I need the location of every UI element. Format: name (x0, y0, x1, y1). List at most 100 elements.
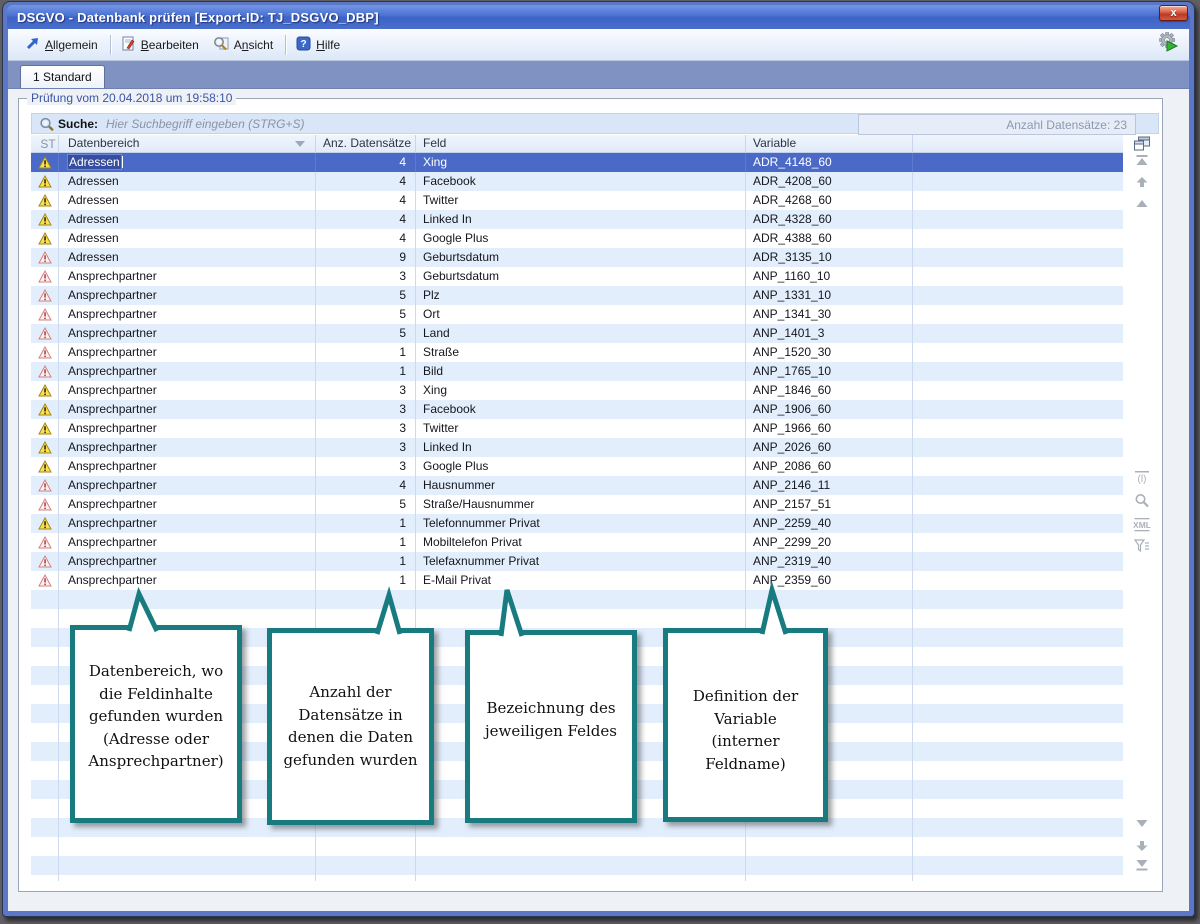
cell-datenbereich: Adressen (59, 248, 316, 267)
scroll-last-icon[interactable] (1136, 860, 1149, 871)
table-row[interactable]: Ansprechpartner3GeburtsdatumANP_1160_10 (31, 267, 1123, 286)
cell-datenbereich: Ansprechpartner (59, 343, 316, 362)
scroll-up-icon[interactable] (1136, 199, 1149, 208)
table-row[interactable]: Ansprechpartner3Linked InANP_2026_60 (31, 438, 1123, 457)
cell-variable: ANP_2086_60 (746, 457, 913, 476)
search-bar: Suche: Anzahl Datensätze: 23 (31, 113, 1159, 134)
gear-run-icon[interactable] (1157, 32, 1179, 57)
window-title: DSGVO - Datenbank prüfen [Export-ID: TJ_… (7, 10, 379, 25)
cell-feld: Geburtsdatum (416, 267, 746, 286)
warning-icon (31, 514, 59, 533)
warning-icon (31, 400, 59, 419)
table-row[interactable]: Adressen4Linked InADR_4328_60 (31, 210, 1123, 229)
table-row[interactable]: Adressen9GeburtsdatumADR_3135_10 (31, 248, 1123, 267)
close-button[interactable]: x (1159, 5, 1188, 21)
menu-item-ansicht[interactable]: Ansicht (207, 33, 281, 57)
title-bar[interactable]: DSGVO - Datenbank prüfen [Export-ID: TJ_… (7, 5, 1190, 29)
cell-variable: ADR_4208_60 (746, 172, 913, 191)
cell-anzahl: 1 (316, 533, 416, 552)
empty-row (31, 875, 1123, 881)
scroll-page-down-icon[interactable] (1136, 841, 1149, 852)
menu-item-hilfe[interactable]: ? Hilfe (290, 33, 348, 57)
table-row[interactable]: Ansprechpartner5Straße/HausnummerANP_215… (31, 495, 1123, 514)
table-row[interactable]: Ansprechpartner1StraßeANP_1520_30 (31, 343, 1123, 362)
menu-label: Bearbeiten (141, 38, 199, 52)
table-row[interactable]: Ansprechpartner4HausnummerANP_2146_11 (31, 476, 1123, 495)
table-row[interactable]: Adressen4TwitterADR_4268_60 (31, 191, 1123, 210)
warning-icon (31, 191, 59, 210)
record-count: Anzahl Datensätze: 23 (858, 114, 1136, 135)
cell-anzahl: 4 (316, 229, 416, 248)
table-row[interactable]: Adressen4Google PlusADR_4388_60 (31, 229, 1123, 248)
table-row[interactable]: Ansprechpartner1E-Mail PrivatANP_2359_60 (31, 571, 1123, 590)
table-row[interactable]: Ansprechpartner1Mobiltelefon PrivatANP_2… (31, 533, 1123, 552)
search-input[interactable] (98, 117, 658, 131)
error-icon (31, 343, 59, 362)
cell-anzahl: 4 (316, 172, 416, 191)
table-row[interactable]: Ansprechpartner1Telefonnummer PrivatANP_… (31, 514, 1123, 533)
empty-row (31, 837, 1123, 856)
header-datenbereich[interactable]: Datenbereich (59, 135, 316, 152)
cell-anzahl: 3 (316, 457, 416, 476)
table-row[interactable]: Ansprechpartner5LandANP_1401_3 (31, 324, 1123, 343)
cell-variable: ADR_4268_60 (746, 191, 913, 210)
menu-item-bearbeiten[interactable]: Bearbeiten (115, 33, 207, 57)
cell-feld: E-Mail Privat (416, 571, 746, 590)
header-variable[interactable]: Variable (746, 135, 913, 152)
table-row[interactable]: Ansprechpartner3TwitterANP_1966_60 (31, 419, 1123, 438)
cell-variable: ANP_1331_10 (746, 286, 913, 305)
table-row[interactable]: Ansprechpartner1Telefaxnummer PrivatANP_… (31, 552, 1123, 571)
menu-separator (110, 35, 111, 55)
cell-anzahl: 5 (316, 305, 416, 324)
cell-feld: Twitter (416, 191, 746, 210)
table-row[interactable]: Ansprechpartner5OrtANP_1341_30 (31, 305, 1123, 324)
header-anzahl[interactable]: Anz. Datensätze (316, 135, 416, 152)
cell-variable: ADR_4328_60 (746, 210, 913, 229)
menu-item-allgemein[interactable]: Allgemein (20, 33, 106, 56)
column-chooser-icon[interactable] (1134, 136, 1151, 151)
table-row[interactable]: Ansprechpartner5PlzANP_1331_10 (31, 286, 1123, 305)
header-st[interactable]: ST (31, 135, 59, 152)
menu-separator (285, 35, 286, 55)
header-feld[interactable]: Feld (416, 135, 746, 152)
best-fit-icon[interactable]: (l) (1134, 471, 1150, 485)
tab-strip: 1 Standard (8, 61, 1189, 89)
menu-label: Ansicht (234, 38, 273, 52)
table-row[interactable]: Ansprechpartner1BildANP_1765_10 (31, 362, 1123, 381)
cell-datenbereich: Adressen (59, 153, 316, 172)
error-icon (31, 267, 59, 286)
cell-datenbereich: Ansprechpartner (59, 286, 316, 305)
warning-icon (31, 229, 59, 248)
cell-feld: Google Plus (416, 457, 746, 476)
zoom-icon[interactable] (1135, 493, 1150, 508)
cell-feld: Straße/Hausnummer (416, 495, 746, 514)
error-icon (31, 305, 59, 324)
xml-export-icon[interactable]: XML (1134, 518, 1151, 532)
scroll-page-up-icon[interactable] (1136, 177, 1149, 188)
table-row[interactable]: Adressen4XingADR_4148_60 (31, 153, 1123, 172)
warning-icon (31, 381, 59, 400)
table-row[interactable]: Adressen4FacebookADR_4208_60 (31, 172, 1123, 191)
cell-variable: ANP_1906_60 (746, 400, 913, 419)
warning-icon (31, 210, 59, 229)
cell-datenbereich: Ansprechpartner (59, 381, 316, 400)
cell-variable: ANP_1520_30 (746, 343, 913, 362)
table-row[interactable]: Ansprechpartner3XingANP_1846_60 (31, 381, 1123, 400)
filter-icon[interactable] (1134, 539, 1150, 552)
scroll-first-icon[interactable] (1136, 155, 1149, 166)
cell-anzahl: 4 (316, 191, 416, 210)
table-row[interactable]: Ansprechpartner3Google PlusANP_2086_60 (31, 457, 1123, 476)
cell-variable: ANP_1765_10 (746, 362, 913, 381)
table-row[interactable]: Ansprechpartner3FacebookANP_1906_60 (31, 400, 1123, 419)
cell-variable: ANP_2026_60 (746, 438, 913, 457)
cell-datenbereich: Ansprechpartner (59, 533, 316, 552)
cell-feld: Ort (416, 305, 746, 324)
cell-variable: ADR_3135_10 (746, 248, 913, 267)
warning-icon (31, 457, 59, 476)
scroll-down-icon[interactable] (1136, 819, 1149, 828)
tab-standard[interactable]: 1 Standard (20, 65, 105, 88)
cell-feld: Xing (416, 381, 746, 400)
cell-anzahl: 1 (316, 552, 416, 571)
error-icon (31, 476, 59, 495)
cell-datenbereich: Adressen (59, 229, 316, 248)
